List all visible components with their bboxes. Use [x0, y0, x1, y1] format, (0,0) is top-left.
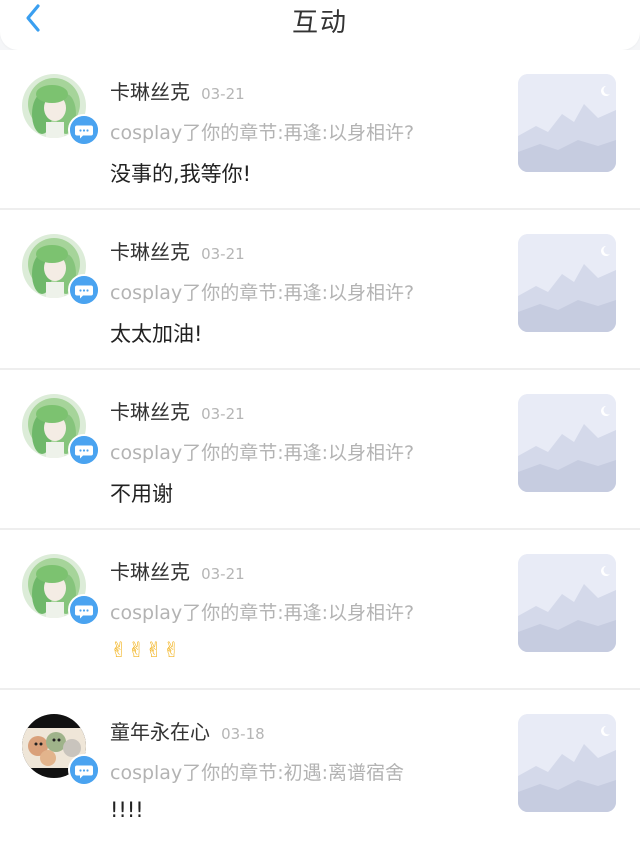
- chapter-context: cosplay了你的章节:再逢:以身相许?: [110, 122, 415, 144]
- name-line: 卡琳丝克 03-21: [110, 76, 245, 105]
- chapter-context: cosplay了你的章节:再逢:以身相许?: [110, 282, 415, 304]
- comment-bubble-icon: [68, 114, 100, 146]
- reply-text: !!!!: [110, 798, 144, 822]
- chapter-thumbnail[interactable]: [518, 714, 616, 812]
- notification-item[interactable]: 卡琳丝克 03-21 cosplay了你的章节:再逢:以身相许? ✌✌✌✌: [0, 530, 640, 690]
- date: 03-18: [221, 725, 265, 743]
- avatar[interactable]: [22, 234, 100, 306]
- reply-text: ✌✌✌✌: [110, 638, 181, 662]
- name-line: 卡琳丝克 03-21: [110, 396, 245, 425]
- avatar[interactable]: [22, 74, 100, 146]
- name-line: 卡琳丝克 03-21: [110, 236, 245, 265]
- name-line: 童年永在心 03-18: [110, 716, 265, 745]
- date: 03-21: [201, 245, 245, 263]
- reply-text: 太太加油!: [110, 322, 203, 346]
- notification-item[interactable]: 卡琳丝克 03-21 cosplay了你的章节:再逢:以身相许? 不用谢: [0, 370, 640, 530]
- user-name[interactable]: 卡琳丝克: [110, 240, 190, 264]
- comment-bubble-icon: [68, 754, 100, 786]
- chapter-context: cosplay了你的章节:再逢:以身相许?: [110, 442, 415, 464]
- user-name[interactable]: 童年永在心: [110, 720, 210, 744]
- comment-bubble-icon: [68, 434, 100, 466]
- page-title: 互动: [291, 8, 348, 38]
- interaction-page: 互动 卡琳丝克 03-21 cosplay了你的章节:再逢:以身相许? 没事的,…: [0, 0, 640, 846]
- avatar[interactable]: [22, 394, 100, 466]
- comment-bubble-icon: [68, 274, 100, 306]
- notification-item[interactable]: 卡琳丝克 03-21 cosplay了你的章节:再逢:以身相许? 太太加油!: [0, 210, 640, 370]
- chapter-thumbnail[interactable]: [518, 554, 616, 652]
- image-placeholder-icon: [518, 234, 616, 332]
- avatar[interactable]: [22, 554, 100, 626]
- avatar[interactable]: [22, 714, 100, 786]
- notification-list: 卡琳丝克 03-21 cosplay了你的章节:再逢:以身相许? 没事的,我等你…: [0, 50, 640, 846]
- notification-item[interactable]: 卡琳丝克 03-21 cosplay了你的章节:再逢:以身相许? 没事的,我等你…: [0, 50, 640, 210]
- image-placeholder-icon: [518, 74, 616, 172]
- user-name[interactable]: 卡琳丝克: [110, 400, 190, 424]
- reply-text: 不用谢: [110, 482, 173, 506]
- chapter-thumbnail[interactable]: [518, 234, 616, 332]
- comment-bubble-icon: [68, 594, 100, 626]
- user-name[interactable]: 卡琳丝克: [110, 560, 190, 584]
- name-line: 卡琳丝克 03-21: [110, 556, 245, 585]
- notification-item[interactable]: 童年永在心 03-18 cosplay了你的章节:初遇:离谱宿舍 !!!!: [0, 690, 640, 846]
- user-name[interactable]: 卡琳丝克: [110, 80, 190, 104]
- chapter-context: cosplay了你的章节:再逢:以身相许?: [110, 602, 415, 624]
- date: 03-21: [201, 565, 245, 583]
- chapter-context: cosplay了你的章节:初遇:离谱宿舍: [110, 762, 404, 784]
- top-bar: 互动: [0, 0, 640, 50]
- reply-text: 没事的,我等你!: [110, 162, 252, 186]
- image-placeholder-icon: [518, 714, 616, 812]
- date: 03-21: [201, 405, 245, 423]
- image-placeholder-icon: [518, 394, 616, 492]
- date: 03-21: [201, 85, 245, 103]
- chapter-thumbnail[interactable]: [518, 394, 616, 492]
- chapter-thumbnail[interactable]: [518, 74, 616, 172]
- image-placeholder-icon: [518, 554, 616, 652]
